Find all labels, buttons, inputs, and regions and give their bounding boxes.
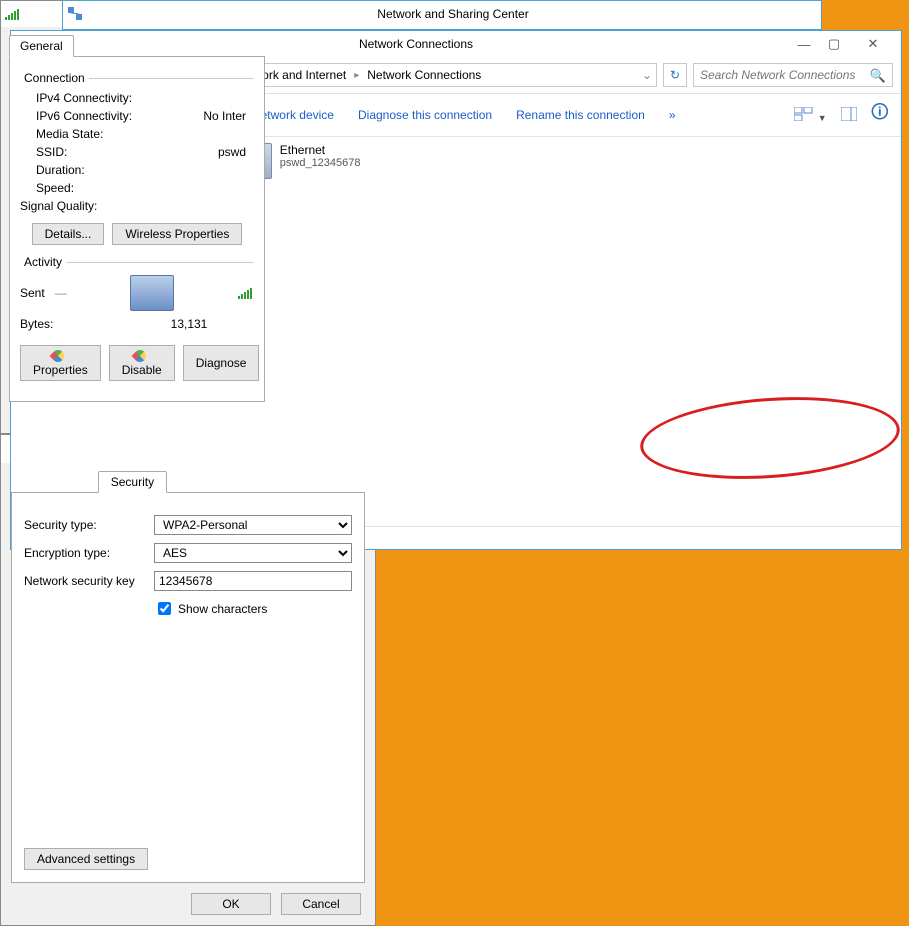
label-security-key: Network security key xyxy=(24,574,154,588)
diagnose-button[interactable]: Diagnose xyxy=(183,345,260,381)
window-title: Network and Sharing Center xyxy=(89,7,817,21)
network-sharing-center-window: Network and Sharing Center xyxy=(62,0,822,30)
view-options-icon[interactable]: ▼ xyxy=(794,107,826,124)
label-duration: Duration: xyxy=(36,163,148,177)
show-characters-checkbox[interactable] xyxy=(158,602,171,615)
shield-icon xyxy=(50,348,67,365)
rename-button[interactable]: Rename this connection xyxy=(516,108,645,122)
signal-icon xyxy=(5,8,21,20)
ok-button[interactable]: OK xyxy=(191,893,271,915)
label-media: Media State: xyxy=(36,127,148,141)
section-connection: Connection xyxy=(20,71,89,85)
label-show-characters: Show characters xyxy=(178,602,267,616)
diagnose-button[interactable]: Diagnose this connection xyxy=(358,108,492,122)
minimize-button[interactable]: — xyxy=(789,34,819,54)
security-type-select[interactable]: WPA2-Personal xyxy=(154,515,352,535)
tab-security[interactable]: Security xyxy=(98,471,167,493)
label-speed: Speed: xyxy=(36,181,148,195)
label-ipv6: IPv6 Connectivity: xyxy=(36,109,148,123)
disable-button[interactable]: Disable xyxy=(109,345,175,381)
preview-pane-icon[interactable] xyxy=(841,107,857,124)
signal-icon xyxy=(238,287,254,299)
section-activity: Activity xyxy=(20,255,66,269)
label-ipv4: IPv4 Connectivity: xyxy=(36,91,148,105)
value-ipv6: No Inter xyxy=(148,109,254,123)
security-key-input[interactable] xyxy=(154,571,352,591)
overflow-button[interactable]: » xyxy=(669,108,676,122)
label-security-type: Security type: xyxy=(24,518,154,532)
details-button[interactable]: Details... xyxy=(32,223,105,245)
refresh-button[interactable]: ↻ xyxy=(663,63,687,87)
connection-network: pswd_12345678 xyxy=(280,157,361,169)
wireless-properties-button[interactable]: Wireless Properties xyxy=(112,223,242,245)
advanced-settings-button[interactable]: Advanced settings xyxy=(24,848,148,870)
label-sent: Sent xyxy=(20,286,45,300)
encryption-type-select[interactable]: AES xyxy=(154,543,352,563)
search-icon: 🔍 xyxy=(870,68,886,84)
search-box[interactable]: 🔍 xyxy=(693,63,893,87)
properties-button[interactable]: Properties xyxy=(20,345,101,381)
close-button[interactable]: ✕ xyxy=(849,34,897,54)
label-encryption-type: Encryption type: xyxy=(24,546,154,560)
wifi-status-dialog: Wi-Fi 5 Status General Connection IPv4 C… xyxy=(0,0,274,434)
shield-icon xyxy=(131,348,148,365)
value-bytes: 13,131 xyxy=(132,317,254,331)
search-input[interactable] xyxy=(698,67,868,83)
connection-name: Ethernet xyxy=(280,143,361,157)
help-icon[interactable]: 🛈 xyxy=(871,100,889,130)
value-ssid: pswd xyxy=(148,145,254,159)
maximize-button[interactable]: ▢ xyxy=(819,34,849,54)
breadcrumb[interactable]: Network Connections xyxy=(363,68,485,82)
chevron-right-icon: ▸ xyxy=(354,70,359,81)
activity-icon xyxy=(130,275,174,311)
app-icon xyxy=(67,6,83,22)
address-dropdown[interactable]: ⌄ xyxy=(642,68,652,82)
cancel-button[interactable]: Cancel xyxy=(281,893,361,915)
tab-general[interactable]: General xyxy=(9,35,74,57)
label-ssid: SSID: xyxy=(36,145,148,159)
wireless-properties-dialog: pswd_12345678 Wireless Network Propertie… xyxy=(0,434,376,926)
label-signal: Signal Quality: xyxy=(20,199,148,213)
label-bytes: Bytes: xyxy=(20,317,132,331)
